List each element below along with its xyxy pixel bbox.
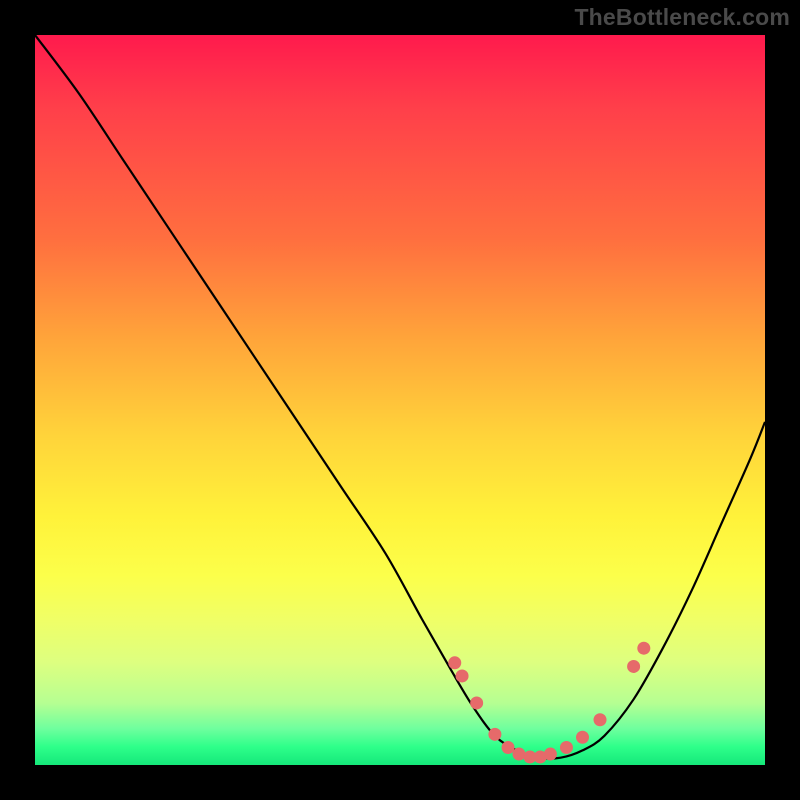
watermark-text: TheBottleneck.com	[574, 4, 790, 31]
curve-marker	[470, 696, 483, 709]
bottleneck-curve	[35, 35, 765, 759]
chart-frame: TheBottleneck.com	[0, 0, 800, 800]
curve-marker	[637, 642, 650, 655]
curve-layer	[35, 35, 765, 765]
curve-marker	[627, 660, 640, 673]
curve-marker	[594, 713, 607, 726]
curve-markers	[448, 642, 650, 764]
plot-area	[35, 35, 765, 765]
curve-marker	[544, 748, 557, 761]
curve-marker	[456, 669, 469, 682]
curve-marker	[576, 731, 589, 744]
curve-marker	[512, 748, 525, 761]
curve-marker	[502, 741, 515, 754]
curve-marker	[488, 728, 501, 741]
curve-marker	[448, 656, 461, 669]
curve-marker	[560, 741, 573, 754]
